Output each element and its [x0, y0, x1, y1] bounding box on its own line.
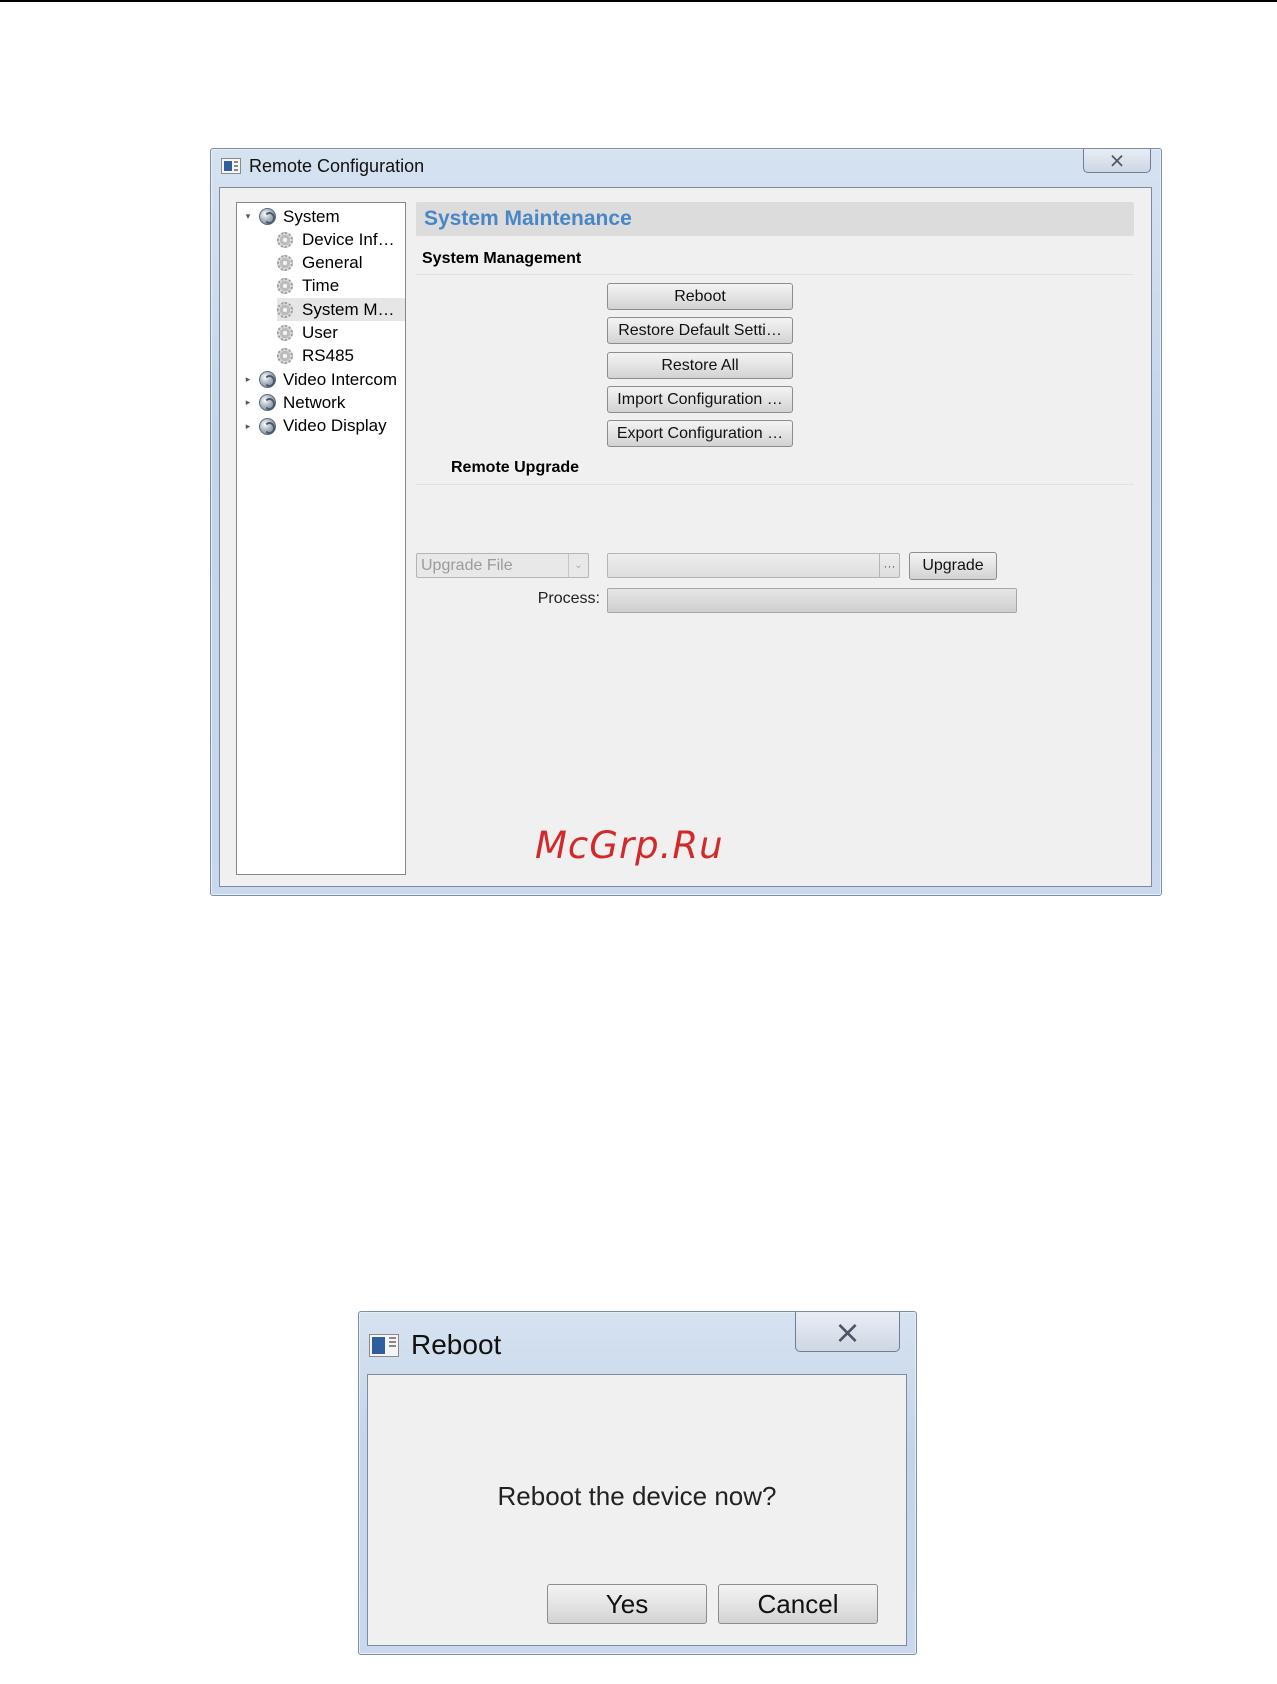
tree-item-device-inf[interactable]: Device Inf…: [277, 228, 405, 251]
export-configuration-button[interactable]: Export Configuration …: [607, 420, 793, 447]
remote-upgrade-label: Remote Upgrade: [451, 459, 580, 476]
app-icon: [369, 1333, 399, 1357]
gear-icon: [277, 255, 293, 272]
collapse-arrow-icon[interactable]: ▸: [243, 397, 253, 408]
tree-item-label: Network: [283, 392, 346, 412]
panel-title: System Maintenance: [416, 202, 1134, 236]
reboot-button[interactable]: Reboot: [607, 283, 793, 310]
cancel-button[interactable]: Cancel: [718, 1584, 878, 1624]
upgrade-file-path-field[interactable]: ···: [607, 553, 900, 578]
tree-item-time[interactable]: Time: [277, 275, 405, 298]
browse-button[interactable]: ···: [879, 554, 899, 577]
process-label: Process:: [537, 590, 600, 607]
gear-icon: [277, 231, 293, 248]
tree-item-label: Device Inf…: [302, 229, 395, 249]
gear-icon: [277, 278, 293, 295]
dialog-message: Reboot the device now?: [497, 1481, 777, 1511]
system-management-label: System Management: [422, 250, 582, 267]
close-button[interactable]: ⨯: [795, 1312, 900, 1352]
restore-all-button[interactable]: Restore All: [607, 352, 793, 379]
page-top-rule: [0, 0, 1277, 2]
watermark: McGrp.Ru: [535, 824, 724, 867]
globe-icon: [259, 208, 276, 225]
globe-icon: [259, 417, 276, 435]
dialog-client-area: Reboot the device now? Yes Cancel: [367, 1374, 907, 1646]
tree-item-label: Video Display: [283, 416, 387, 436]
upgrade-progress-bar: [607, 588, 1017, 613]
tree-item-network[interactable]: ▸ Network: [246, 391, 405, 414]
close-button[interactable]: ⨯: [1083, 149, 1151, 173]
window-titlebar: Remote Configuration: [221, 155, 424, 177]
gear-icon: [277, 348, 293, 365]
app-icon: [221, 158, 241, 174]
tree-item-label: User: [302, 323, 338, 342]
tree-item-video-intercom[interactable]: ▸ Video Intercom: [246, 368, 405, 391]
divider: [416, 274, 1134, 275]
divider: [416, 484, 1134, 485]
tree-item-system[interactable]: ▾ System: [246, 205, 405, 228]
tree-item-label: System: [283, 206, 340, 226]
dialog-titlebar: Reboot: [369, 1328, 501, 1362]
upgrade-button[interactable]: Upgrade: [909, 552, 997, 580]
chevron-down-icon: ⌄: [568, 554, 588, 577]
restore-default-settings-button[interactable]: Restore Default Setti…: [607, 317, 793, 344]
globe-icon: [259, 371, 276, 389]
close-icon: ⨯: [1108, 150, 1126, 172]
config-tree: ▾ System Device Inf… General Time System M… Us…: [236, 202, 406, 875]
gear-icon: [277, 325, 293, 341]
tree-item-general[interactable]: General: [277, 252, 405, 275]
yes-button[interactable]: Yes: [547, 1584, 707, 1624]
close-icon: ⨯: [834, 1313, 861, 1350]
upgrade-type-select[interactable]: Upgrade File ⌄: [416, 553, 589, 578]
expand-arrow-icon[interactable]: ▾: [243, 211, 253, 222]
tree-item-label: Video Intercom: [283, 369, 398, 389]
tree-item-label: General: [302, 253, 363, 273]
reboot-dialog: Reboot ⨯ Reboot the device now? Yes Canc…: [358, 1311, 917, 1655]
tree-item-system-m[interactable]: System M…: [277, 298, 405, 322]
upgrade-type-value: Upgrade File: [421, 556, 513, 574]
import-configuration-button[interactable]: Import Configuration …: [607, 386, 793, 413]
tree-item-video-display[interactable]: ▸ Video Display: [246, 415, 405, 438]
tree-item-user[interactable]: User: [277, 322, 405, 345]
tree-item-label: RS485: [302, 346, 354, 366]
dialog-title: Reboot: [411, 1329, 502, 1360]
tree-item-label: System M…: [302, 299, 395, 319]
tree-item-rs485[interactable]: RS485: [277, 345, 405, 368]
collapse-arrow-icon[interactable]: ▸: [243, 374, 253, 385]
window-client-area: ▾ System Device Inf… General Time System M… Us…: [219, 187, 1152, 887]
globe-icon: [259, 394, 276, 412]
collapse-arrow-icon[interactable]: ▸: [243, 421, 253, 432]
tree-item-label: Time: [302, 276, 340, 296]
gear-icon: [277, 301, 293, 318]
remote-configuration-window: Remote Configuration ⨯ ▾ System Device Inf…: [210, 148, 1162, 896]
window-title: Remote Configuration: [249, 155, 425, 176]
